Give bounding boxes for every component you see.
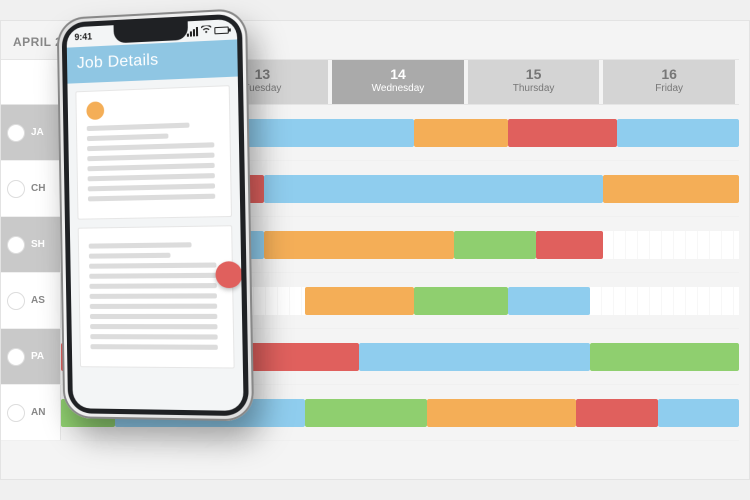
- job-segment[interactable]: [508, 119, 616, 147]
- resource-label[interactable]: AS: [1, 273, 61, 328]
- job-segment[interactable]: [414, 287, 509, 315]
- job-segment[interactable]: [617, 119, 739, 147]
- placeholder-line: [90, 344, 217, 350]
- placeholder-line: [87, 142, 214, 151]
- placeholder-line: [90, 324, 217, 329]
- job-card-2[interactable]: [78, 225, 235, 368]
- resource-initials: AS: [31, 295, 45, 306]
- placeholder-line: [88, 183, 215, 191]
- placeholder-line: [90, 304, 217, 309]
- day-of-week: Wednesday: [332, 83, 464, 94]
- placeholder-line: [89, 283, 216, 289]
- avatar-icon: [7, 348, 25, 366]
- job-segment[interactable]: [603, 175, 739, 203]
- status-time: 9:41: [74, 31, 92, 42]
- day-col-15[interactable]: 15Thursday: [468, 60, 604, 104]
- placeholder-line: [87, 133, 168, 141]
- signal-icon: [187, 26, 198, 36]
- job-segment[interactable]: [264, 175, 603, 203]
- day-col-16[interactable]: 16Friday: [603, 60, 739, 104]
- alert-dot-icon: [215, 261, 242, 288]
- resource-label[interactable]: CH: [1, 161, 61, 216]
- job-segment[interactable]: [305, 399, 427, 427]
- placeholder-line: [87, 163, 214, 171]
- status-dot-icon: [86, 101, 104, 120]
- day-of-week: Thursday: [468, 83, 600, 94]
- resource-initials: PA: [31, 351, 44, 362]
- job-segment[interactable]: [508, 287, 589, 315]
- placeholder-line: [88, 194, 215, 202]
- job-segment[interactable]: [454, 231, 535, 259]
- avatar-icon: [7, 124, 25, 142]
- day-number: 14: [390, 66, 406, 82]
- placeholder-line: [87, 123, 190, 132]
- placeholder-line: [88, 173, 215, 181]
- job-segment[interactable]: [427, 399, 576, 427]
- resource-column-header: [1, 60, 61, 104]
- placeholder-line: [90, 334, 217, 339]
- resource-label[interactable]: AN: [1, 385, 61, 440]
- placeholder-line: [89, 262, 216, 268]
- job-segment[interactable]: [414, 119, 509, 147]
- resource-label[interactable]: JA: [1, 105, 61, 160]
- day-number: 16: [661, 66, 677, 82]
- phone-screen: 9:41 Job Details: [66, 19, 243, 411]
- phone-mockup: 9:41 Job Details: [57, 8, 255, 422]
- avatar-icon: [7, 180, 25, 198]
- placeholder-line: [90, 293, 217, 299]
- resource-label[interactable]: SH: [1, 217, 61, 272]
- day-number: 15: [526, 66, 542, 82]
- resource-initials: SH: [31, 239, 45, 250]
- resource-label[interactable]: PA: [1, 329, 61, 384]
- job-segment[interactable]: [264, 231, 454, 259]
- placeholder-line: [90, 314, 217, 319]
- app-title: Job Details: [77, 51, 159, 72]
- job-segment[interactable]: [536, 231, 604, 259]
- job-segment[interactable]: [658, 399, 739, 427]
- day-number: 13: [255, 66, 271, 82]
- day-of-week: Friday: [603, 83, 735, 94]
- job-card-1[interactable]: [75, 85, 232, 220]
- job-segment[interactable]: [305, 287, 413, 315]
- placeholder-line: [87, 153, 214, 162]
- resource-initials: AN: [31, 407, 45, 418]
- placeholder-line: [89, 253, 170, 259]
- job-segment[interactable]: [590, 343, 739, 371]
- job-segment[interactable]: [576, 399, 657, 427]
- placeholder-line: [89, 242, 192, 248]
- phone-notch: [114, 21, 188, 43]
- battery-icon: [214, 26, 229, 34]
- job-segment[interactable]: [359, 343, 590, 371]
- avatar-icon: [7, 236, 25, 254]
- avatar-icon: [7, 404, 25, 422]
- resource-initials: CH: [31, 183, 45, 194]
- resource-initials: JA: [31, 127, 44, 138]
- placeholder-line: [89, 273, 216, 279]
- avatar-icon: [7, 292, 25, 310]
- day-col-14[interactable]: 14Wednesday: [332, 60, 468, 104]
- wifi-icon: [201, 25, 211, 36]
